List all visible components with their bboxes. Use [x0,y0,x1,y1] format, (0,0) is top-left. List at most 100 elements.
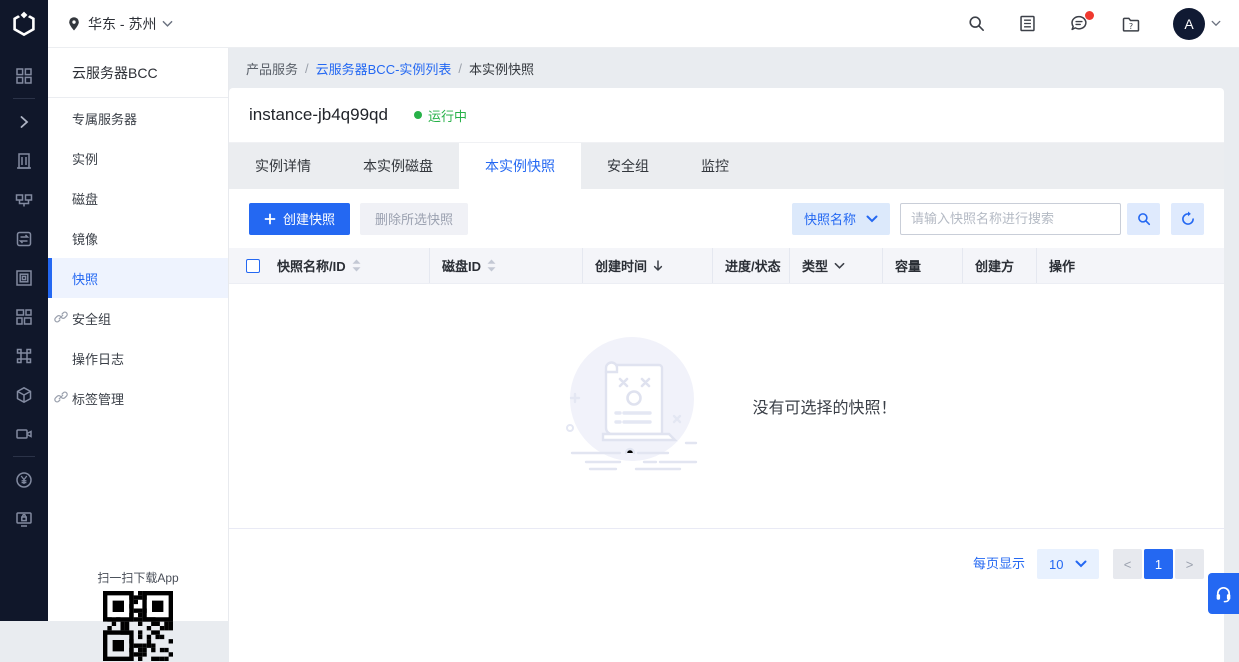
notification-badge [1085,11,1094,20]
region-label: 华东 - 苏州 [88,15,157,32]
rail-item-camera-icon[interactable] [0,414,48,453]
sidebar-item-快照[interactable]: 快照 [48,258,228,298]
rail-divider [13,456,35,457]
building-icon [14,151,34,171]
column-label: 快照名称/ID [277,259,346,274]
column-label: 操作 [1049,259,1076,274]
rail-item-apps-grid-icon[interactable] [0,56,48,95]
running-dot-icon [413,111,422,119]
sidebar-item-label: 镜像 [72,231,99,247]
breadcrumb-separator: / [458,60,463,76]
breadcrumb-separator: / [305,60,309,76]
region-selector[interactable]: 华东 - 苏州 [66,14,173,34]
pager: < 1 > [1113,549,1204,579]
sidebar-item-镜像[interactable]: 镜像 [48,218,228,258]
sidebar-item-操作日志[interactable]: 操作日志 [48,338,228,378]
rail-item-monitor-lock-icon[interactable] [0,499,48,538]
network-icon [14,190,34,210]
empty-state: 没有可选择的快照！ [229,284,1224,528]
topbar: 华东 - 苏州 ? A [0,0,1239,48]
rail-item-network-icon[interactable] [0,180,48,219]
per-page-dropdown[interactable]: 10 [1037,549,1099,579]
qr-code [103,591,173,661]
select-all-checkbox[interactable] [246,258,260,273]
toolbar-search-group: 快照名称 [791,202,1204,235]
page-1-button[interactable]: 1 [1144,549,1173,579]
cube-icon [14,385,34,405]
sidebar-item-label: 磁盘 [72,191,99,207]
account-menu[interactable]: A [1173,7,1221,40]
headset-icon [1214,584,1233,603]
rail-item-yen-circle-icon[interactable] [0,460,48,499]
sort-down-icon[interactable] [653,259,663,272]
sidebar-item-专属服务器[interactable]: 专属服务器 [48,98,228,138]
toolbar: 创建快照 删除所选快照 快照名称 [229,189,1224,248]
column-header-操作: 操作 [1037,248,1224,283]
product-sidebar: 云服务器BCC 专属服务器 实例磁盘镜像快照安全组操作日志标签管理 扫一扫下载Ap… [48,48,229,661]
column-label: 创建方 [975,259,1015,274]
sidebar-title: 云服务器BCC [48,48,228,98]
status-label: 运行中 [427,108,467,124]
rail-divider [13,98,35,99]
grid-alt-icon [14,307,34,327]
search-field-dropdown[interactable]: 快照名称 [791,202,890,235]
tab-实例详情[interactable]: 实例详情 [229,143,337,189]
sidebar-item-磁盘[interactable]: 磁盘 [48,178,228,218]
chevron-right-icon [17,115,31,129]
sidebar-item-label: 安全组 [72,311,112,327]
filter-chevron-icon[interactable] [834,262,845,270]
search-icon[interactable] [967,14,986,33]
camera-icon [14,424,34,444]
rail-item-frame-icon[interactable] [0,258,48,297]
rail-item-disk-server-icon[interactable] [0,219,48,258]
breadcrumb-item[interactable]: 云服务器BCC-实例列表 [316,59,452,78]
breadcrumb: 产品服务 / 云服务器BCC-实例列表 / 本实例快照 [229,48,1239,88]
column-header-创建方: 创建方 [963,248,1037,283]
instance-header: instance-jb4q99qd 运行中 [229,88,1224,143]
breadcrumb-item[interactable]: 产品服务 [246,59,298,78]
next-page-button[interactable]: > [1175,549,1204,579]
column-header-容量: 容量 [883,248,963,283]
sidebar-item-label: 操作日志 [72,351,125,367]
rail-item-building-icon[interactable] [0,141,48,180]
column-header-创建时间: 创建时间 [583,248,713,283]
console-doc-icon[interactable] [1018,14,1037,33]
search-submit-button[interactable] [1127,202,1160,235]
chevron-down-icon [866,215,878,223]
refresh-button[interactable] [1171,202,1204,235]
rail-item-grid-alt-icon[interactable] [0,297,48,336]
help-folder-icon[interactable]: ? [1121,15,1141,33]
instance-name: instance-jb4q99qd [249,105,388,124]
message-icon[interactable] [1069,11,1094,33]
topbar-actions: ? A [967,7,1239,40]
sidebar-item-实例[interactable]: 实例 [48,138,228,178]
tab-本实例磁盘[interactable]: 本实例磁盘 [337,143,459,189]
chevron-down-icon [1075,560,1087,568]
monitor-lock-icon [14,509,34,529]
sidebar-item-label: 快照 [72,271,99,287]
rail-item-cube-icon[interactable] [0,375,48,414]
link-icon [54,310,68,324]
frame-icon [14,268,34,288]
create-snapshot-button[interactable]: 创建快照 [249,202,351,235]
rail-item-chevron-right-icon[interactable] [0,102,48,141]
tab-监控[interactable]: 监控 [675,143,755,189]
support-fab-button[interactable] [1208,573,1239,614]
sort-both-icon[interactable] [352,259,361,272]
delete-snapshot-button[interactable]: 删除所选快照 [360,202,469,235]
empty-message: 没有可选择的快照！ [752,400,897,417]
column-label: 创建时间 [595,259,648,274]
search-input[interactable] [900,202,1121,235]
rail-item-command-icon[interactable] [0,336,48,375]
sidebar-item-安全组[interactable]: 安全组 [48,298,228,338]
sort-both-icon[interactable] [487,259,496,272]
per-page-label: 每页显示 [972,556,1025,571]
tab-安全组[interactable]: 安全组 [581,143,675,189]
brand-logo[interactable] [0,0,48,48]
yen-circle-icon [14,470,34,490]
qr-caption: 扫一扫下载App [97,571,179,585]
sidebar-item-标签管理[interactable]: 标签管理 [48,378,228,418]
column-header-快照名称/ID: 快照名称/ID [229,248,430,283]
tab-本实例快照[interactable]: 本实例快照 [459,143,581,189]
prev-page-button[interactable]: < [1113,549,1142,579]
